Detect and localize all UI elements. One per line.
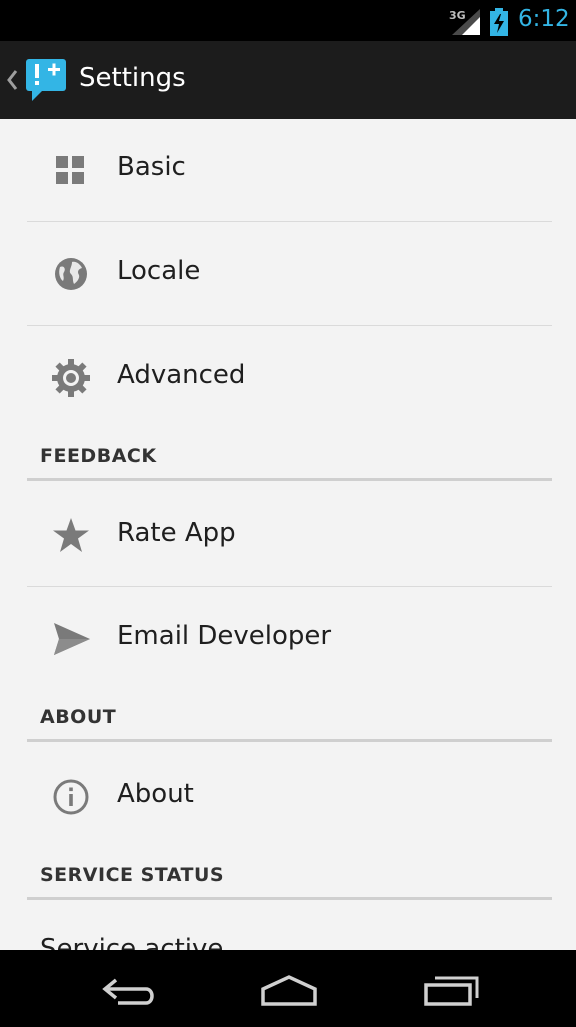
setting-locale[interactable]: Locale xyxy=(0,223,576,326)
setting-rate-app[interactable]: Rate App xyxy=(0,485,576,588)
info-icon xyxy=(53,779,89,815)
navigation-bar xyxy=(0,950,576,1027)
globe-icon xyxy=(55,258,87,290)
settings-list: Basic Locale Advanced FEEDBACK Rate App … xyxy=(0,119,576,950)
app-logo-icon[interactable] xyxy=(24,57,70,103)
setting-advanced[interactable]: Advanced xyxy=(0,327,576,430)
category-header-feedback: FEEDBACK xyxy=(40,445,157,467)
setting-label: About xyxy=(117,779,194,809)
gear-icon xyxy=(52,359,90,397)
setting-service-active[interactable]: Service active xyxy=(40,934,223,950)
setting-label: Email Developer xyxy=(117,621,332,651)
divider xyxy=(27,221,552,222)
action-bar: Settings xyxy=(0,41,576,119)
setting-email-developer[interactable]: Email Developer xyxy=(0,588,576,691)
setting-basic[interactable]: Basic xyxy=(0,119,576,222)
setting-about[interactable]: About xyxy=(0,746,576,849)
setting-label: Locale xyxy=(117,256,201,286)
star-icon xyxy=(53,518,89,552)
signal-icon xyxy=(452,9,480,35)
setting-label: Basic xyxy=(117,152,186,182)
battery-charging-icon xyxy=(490,8,508,36)
category-header-service-status: SERVICE STATUS xyxy=(40,864,225,886)
send-icon xyxy=(54,623,90,655)
clock: 6:12 xyxy=(518,6,570,32)
up-caret-icon[interactable] xyxy=(6,68,18,92)
setting-label: Rate App xyxy=(117,518,236,548)
category-divider xyxy=(27,897,552,900)
category-divider xyxy=(27,478,552,481)
home-icon[interactable] xyxy=(259,970,319,1010)
divider xyxy=(27,586,552,587)
recents-icon[interactable] xyxy=(421,970,481,1010)
status-bar: 3G 6:12 xyxy=(0,0,576,41)
grid-icon xyxy=(56,156,84,184)
back-icon[interactable] xyxy=(100,970,160,1010)
screen-title: Settings xyxy=(79,63,186,93)
category-divider xyxy=(27,739,552,742)
category-header-about: ABOUT xyxy=(40,706,117,728)
setting-label: Advanced xyxy=(117,360,246,390)
divider xyxy=(27,325,552,326)
